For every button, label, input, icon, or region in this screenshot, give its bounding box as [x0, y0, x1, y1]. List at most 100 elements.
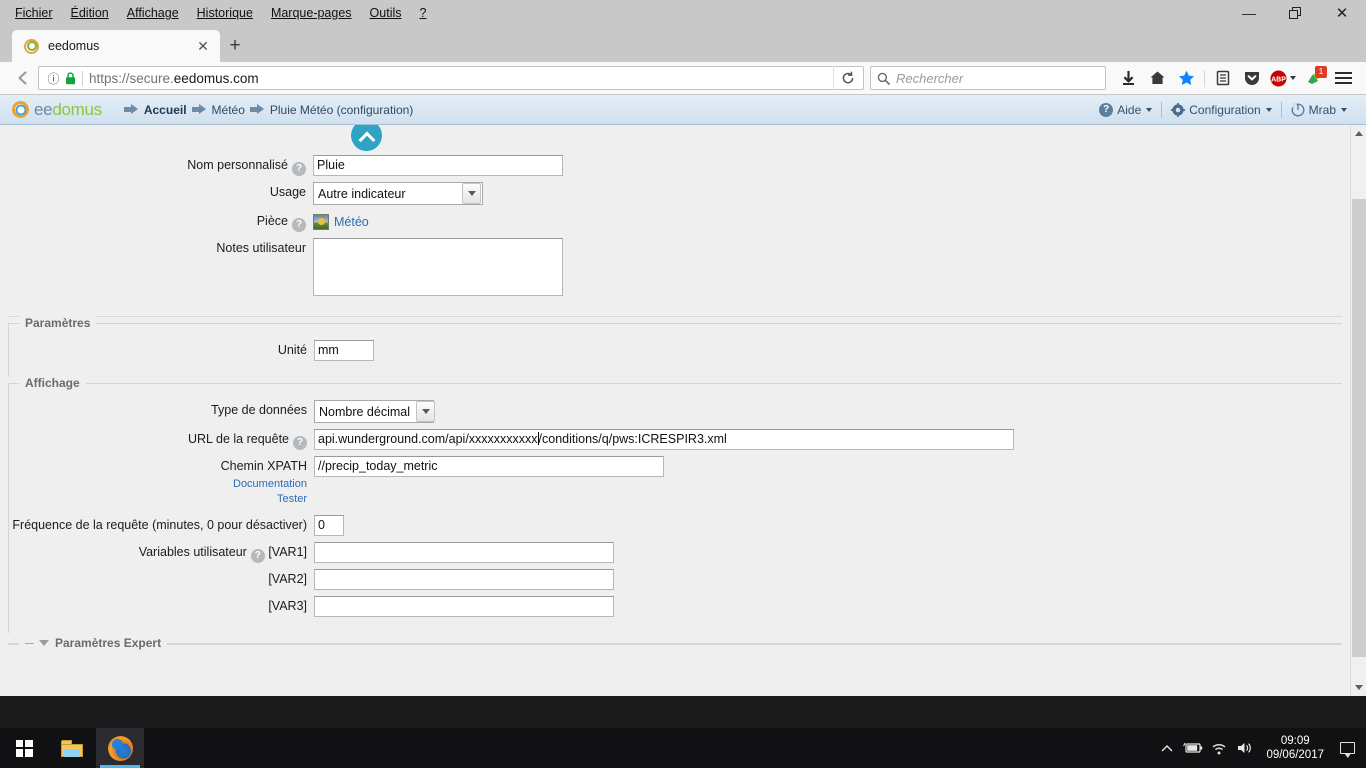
help-icon[interactable]: ?	[292, 218, 306, 232]
menu-marque-pages[interactable]: Marque-pages	[262, 4, 361, 22]
input-unite[interactable]: mm	[314, 340, 374, 361]
select-type-donnees-arrow	[416, 401, 436, 422]
url-value-prefix: api.wunderground.com/api/xxxxxxxxxxx	[318, 432, 538, 446]
label-piece: Pièce?	[8, 211, 313, 232]
room-value[interactable]: Météo	[313, 211, 369, 232]
menu-item-configuration[interactable]: Configuration	[1162, 102, 1280, 117]
battery-button[interactable]	[1180, 728, 1206, 768]
arrow-up-icon	[1354, 131, 1363, 136]
help-icon[interactable]: ?	[250, 549, 265, 563]
app-header: ee domus Accueil Météo Pluie Météo (conf…	[0, 95, 1366, 125]
firefox-taskbar-button[interactable]	[96, 728, 144, 768]
input-frequence[interactable]: 0	[314, 515, 344, 536]
adblock-plus-icon: ABP	[1270, 70, 1287, 86]
restore-icon	[1289, 7, 1301, 19]
label-url-requete: URL de la requête?	[9, 429, 314, 450]
home-icon	[1150, 71, 1165, 84]
breadcrumb-item-pluie[interactable]: Pluie Météo (configuration)	[249, 103, 413, 117]
url-bar[interactable]: ⓘ https://secure.eedomus.com	[38, 66, 864, 90]
chevron-down-icon	[1341, 107, 1347, 112]
menu-item-user[interactable]: Mrab	[1282, 102, 1356, 117]
select-usage[interactable]: Autre indicateur	[313, 182, 483, 205]
menu-outils[interactable]: Outils	[361, 4, 411, 22]
link-tester[interactable]: Tester	[9, 492, 314, 507]
breadcrumb-item-accueil[interactable]: Accueil	[123, 103, 187, 117]
menu-edition-label: Édition	[70, 6, 109, 20]
secure-lock-icon[interactable]	[62, 71, 79, 85]
clock[interactable]: 09:09 09/06/2017	[1258, 734, 1332, 762]
new-tab-button[interactable]: +	[220, 30, 250, 62]
label-text: Nom personnalisé	[187, 158, 288, 172]
show-hidden-icons-button[interactable]	[1154, 728, 1180, 768]
scrollbar-thumb[interactable]	[1352, 199, 1366, 657]
label-text: Pièce	[256, 214, 288, 228]
scroll-down-button[interactable]	[1351, 679, 1366, 696]
room-thumbnail-icon	[313, 213, 329, 230]
file-explorer-icon	[61, 739, 83, 757]
menu-fichier[interactable]: Fichier	[6, 4, 62, 22]
textarea-notes[interactable]	[313, 238, 563, 296]
menu-hamburger-icon	[1335, 72, 1352, 84]
pocket-button[interactable]	[1237, 65, 1266, 91]
fieldset-parametres-body: Unité mm	[9, 324, 1342, 361]
input-nom-personnalise[interactable]: Pluie	[313, 155, 563, 176]
chevron-down-icon	[1265, 107, 1272, 112]
input-var1[interactable]	[314, 542, 614, 563]
url-value-suffix: /conditions/q/pws:ICRESPIR3.xml	[538, 432, 727, 446]
tab-eedomus[interactable]: eedomus ✕	[12, 30, 220, 62]
downloads-button[interactable]	[1114, 65, 1143, 91]
bookmark-star-icon	[1179, 70, 1194, 85]
wifi-button[interactable]	[1206, 728, 1232, 768]
library-button[interactable]	[1208, 65, 1237, 91]
url-text: https://secure.eedomus.com	[89, 71, 833, 86]
help-icon[interactable]: ?	[293, 436, 307, 450]
input-url-requete[interactable]: api.wunderground.com/api/xxxxxxxxxxx/con…	[314, 429, 1014, 450]
breadcrumb-item-meteo[interactable]: Météo	[191, 103, 245, 117]
row-var2: [VAR2]	[9, 569, 1342, 590]
link-documentation[interactable]: Documentation	[9, 477, 314, 492]
menu-button[interactable]	[1329, 65, 1358, 91]
search-bar[interactable]: Rechercher	[870, 66, 1106, 90]
file-explorer-button[interactable]	[48, 728, 96, 768]
back-arrow-icon	[18, 71, 27, 85]
triangle-down-icon[interactable]	[39, 640, 49, 646]
select-type-donnees[interactable]: Nombre décimal	[314, 400, 436, 423]
window-restore-button[interactable]	[1272, 0, 1318, 26]
page-scrollbar[interactable]	[1350, 125, 1366, 696]
menu-aide-label: ?	[419, 6, 427, 20]
help-icon[interactable]: ?	[292, 162, 306, 176]
room-link[interactable]: Météo	[334, 215, 369, 229]
back-button[interactable]	[8, 65, 38, 91]
menu-item-aide[interactable]: ? Aide	[1090, 102, 1161, 117]
home-button[interactable]	[1143, 65, 1172, 91]
eedomus-logo[interactable]: ee domus	[12, 100, 102, 120]
legend-parametres-expert[interactable]: Paramètres Expert	[19, 636, 168, 650]
menu-historique[interactable]: Historique	[188, 4, 262, 22]
menu-edition[interactable]: Édition	[62, 4, 118, 22]
library-icon	[1216, 70, 1229, 86]
menu-affichage[interactable]: Affichage	[118, 4, 188, 22]
tab-close-icon[interactable]: ✕	[194, 38, 212, 55]
input-var3[interactable]	[314, 596, 614, 617]
action-center-button[interactable]	[1332, 728, 1362, 768]
input-chemin-xpath[interactable]: //precip_today_metric	[314, 456, 664, 477]
chevron-down-icon	[421, 409, 430, 414]
scroll-up-button[interactable]	[1351, 125, 1366, 142]
menu-aide[interactable]: ?	[411, 4, 436, 22]
bookmark-button[interactable]	[1172, 65, 1201, 91]
label-frequence: Fréquence de la requête (minutes, 0 pour…	[12, 518, 307, 532]
extension-button[interactable]: 1	[1300, 65, 1329, 91]
window-close-button[interactable]: ✕	[1318, 0, 1366, 26]
input-var2[interactable]	[314, 569, 614, 590]
volume-button[interactable]	[1232, 728, 1258, 768]
label-usage: Usage	[269, 185, 306, 199]
page-info-icon[interactable]: ⓘ	[45, 70, 62, 87]
start-button[interactable]	[0, 728, 48, 768]
arrow-right-icon	[249, 104, 265, 115]
window-minimize-button[interactable]: —	[1226, 0, 1272, 26]
fieldset-parametres-expert[interactable]: Paramètres Expert	[8, 636, 1342, 650]
chevron-down-icon	[1146, 107, 1153, 112]
toolbar-divider	[1204, 69, 1205, 87]
reload-button[interactable]	[833, 66, 861, 90]
adblock-plus-button[interactable]: ABP	[1266, 65, 1300, 91]
